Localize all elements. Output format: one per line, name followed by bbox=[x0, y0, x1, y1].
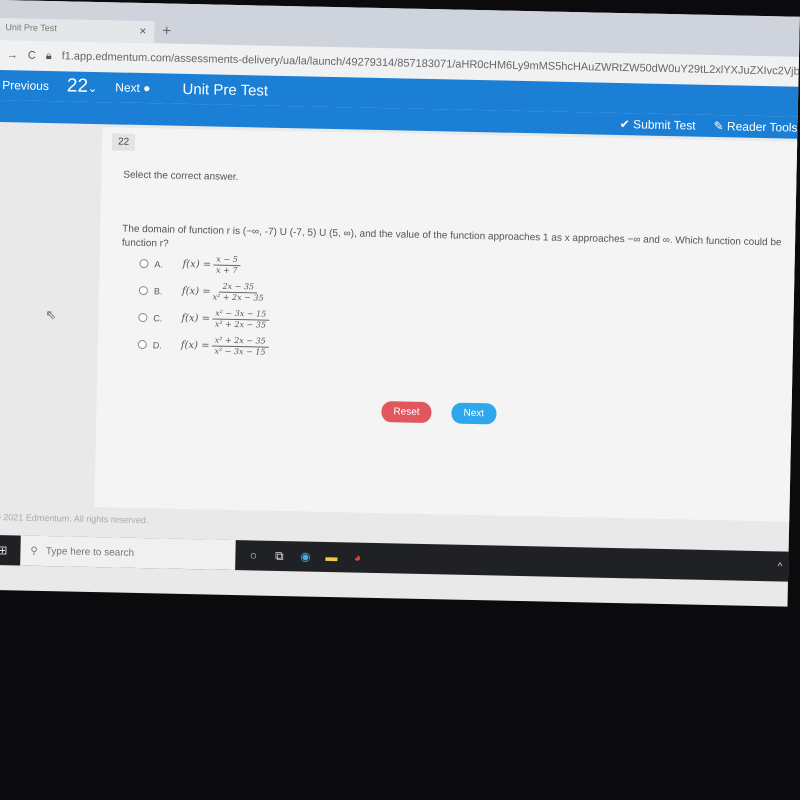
arrow-circle-icon: ● bbox=[143, 81, 151, 96]
taskbar-search[interactable]: ⚲ Type here to search bbox=[20, 535, 236, 571]
tab-title: Unit Pre Test bbox=[5, 22, 57, 34]
previous-button[interactable]: Previous bbox=[2, 78, 49, 93]
fraction: x − 5x + 7 bbox=[213, 254, 241, 277]
next-button[interactable]: Next bbox=[451, 402, 497, 425]
answer-option[interactable]: D. f(x) = x² + 2x − 35 x² − 3x − 15 bbox=[137, 331, 269, 361]
question-selector[interactable]: 22⌄ bbox=[67, 75, 98, 98]
edge-icon[interactable]: ◉ bbox=[297, 548, 313, 564]
option-formula: f(x) = x − 5x + 7 bbox=[182, 254, 241, 276]
fraction: x² − 3x − 15 x² + 2x − 35 bbox=[212, 308, 270, 331]
check-circle-icon: ✔ bbox=[619, 117, 630, 132]
option-formula: f(x) = x² + 2x − 35 x² − 3x − 15 bbox=[181, 335, 269, 358]
denominator: x² + 2x − 35 bbox=[214, 319, 267, 330]
answer-options: A. f(x) = x − 5x + 7 B. f(x) = 2x − 35 x² + 2x… bbox=[137, 250, 271, 361]
forward-icon[interactable]: → bbox=[7, 49, 18, 61]
reset-button[interactable]: Reset bbox=[381, 401, 432, 424]
numerator: x − 5 bbox=[213, 254, 241, 267]
question-panel: 22 Select the correct answer. The domain… bbox=[94, 127, 798, 522]
next-nav-button[interactable]: Next ● bbox=[115, 80, 151, 95]
formula-lhs: f(x) = bbox=[181, 312, 211, 325]
answer-option[interactable]: C. f(x) = x² − 3x − 15 x² + 2x − 35 bbox=[138, 304, 270, 334]
answer-option[interactable]: B. f(x) = 2x − 35 x² + 2x − 35 bbox=[138, 277, 270, 307]
cortana-icon[interactable]: ○ bbox=[245, 547, 261, 563]
taskbar: ⊞ ⚲ Type here to search ○ ⧉ ◉ ▬ ◕ ^ bbox=[0, 534, 789, 582]
radio-button[interactable] bbox=[139, 258, 149, 269]
search-placeholder: Type here to search bbox=[45, 545, 135, 559]
formula-lhs: f(x) = bbox=[180, 339, 210, 352]
option-formula: f(x) = 2x − 35 x² + 2x − 35 bbox=[182, 281, 264, 304]
close-tab-icon[interactable]: × bbox=[139, 24, 146, 38]
task-view-icon[interactable]: ⧉ bbox=[271, 548, 287, 564]
instruction: Select the correct answer. bbox=[123, 169, 239, 184]
answer-option[interactable]: A. f(x) = x − 5x + 7 bbox=[139, 250, 270, 280]
radio-button[interactable] bbox=[138, 285, 149, 296]
footer-copyright: © 2021 Edmentum. All rights reserved. bbox=[0, 511, 149, 526]
fraction: 2x − 35 x² + 2x − 35 bbox=[212, 281, 264, 304]
reload-icon[interactable]: C bbox=[28, 50, 36, 62]
file-explorer-icon[interactable]: ▬ bbox=[323, 549, 339, 565]
numerator: 2x − 35 bbox=[219, 281, 258, 294]
submit-label: Submit Test bbox=[632, 117, 696, 133]
lock-icon: 🔒︎ bbox=[45, 49, 52, 62]
denominator: x² + 2x − 35 bbox=[212, 292, 264, 303]
reader-tools-button[interactable]: ✎ Reader Tools bbox=[713, 119, 797, 135]
search-icon: ⚲ bbox=[30, 545, 38, 557]
new-tab-icon[interactable]: + bbox=[162, 22, 171, 39]
screen: Unit Pre Test × + → C 🔒︎ f1.app.edmentum.… bbox=[0, 0, 800, 607]
chrome-icon[interactable]: ◕ bbox=[349, 549, 365, 565]
fraction: x² + 2x − 35 x² − 3x − 15 bbox=[211, 335, 269, 358]
option-label: B. bbox=[153, 285, 163, 296]
formula-lhs: f(x) = bbox=[181, 285, 211, 298]
question-number-badge: 22 bbox=[111, 133, 136, 151]
system-tray-chevron-icon[interactable]: ^ bbox=[777, 561, 788, 572]
formula-lhs: f(x) = bbox=[182, 258, 212, 271]
mouse-cursor-icon: ⇖ bbox=[45, 307, 57, 323]
denominator: x² − 3x − 15 bbox=[214, 346, 266, 357]
reader-label: Reader Tools bbox=[726, 119, 798, 135]
radio-button[interactable] bbox=[137, 339, 147, 350]
browser-tab[interactable]: Unit Pre Test × bbox=[0, 17, 155, 44]
denominator: x + 7 bbox=[216, 265, 238, 276]
question-number: 22 bbox=[66, 75, 89, 97]
wrench-icon: ✎ bbox=[713, 118, 724, 134]
option-label: C. bbox=[153, 312, 163, 323]
option-label: A. bbox=[154, 258, 164, 269]
chevron-down-icon: ⌄ bbox=[87, 82, 98, 96]
page-title: Unit Pre Test bbox=[182, 80, 269, 100]
submit-test-button[interactable]: ✔ Submit Test bbox=[620, 117, 696, 133]
option-formula: f(x) = x² − 3x − 15 x² + 2x − 35 bbox=[181, 308, 270, 331]
option-label: D. bbox=[152, 339, 162, 350]
radio-button[interactable] bbox=[138, 312, 148, 323]
next-label: Next bbox=[115, 80, 141, 95]
windows-start-icon[interactable]: ⊞ bbox=[0, 542, 11, 558]
